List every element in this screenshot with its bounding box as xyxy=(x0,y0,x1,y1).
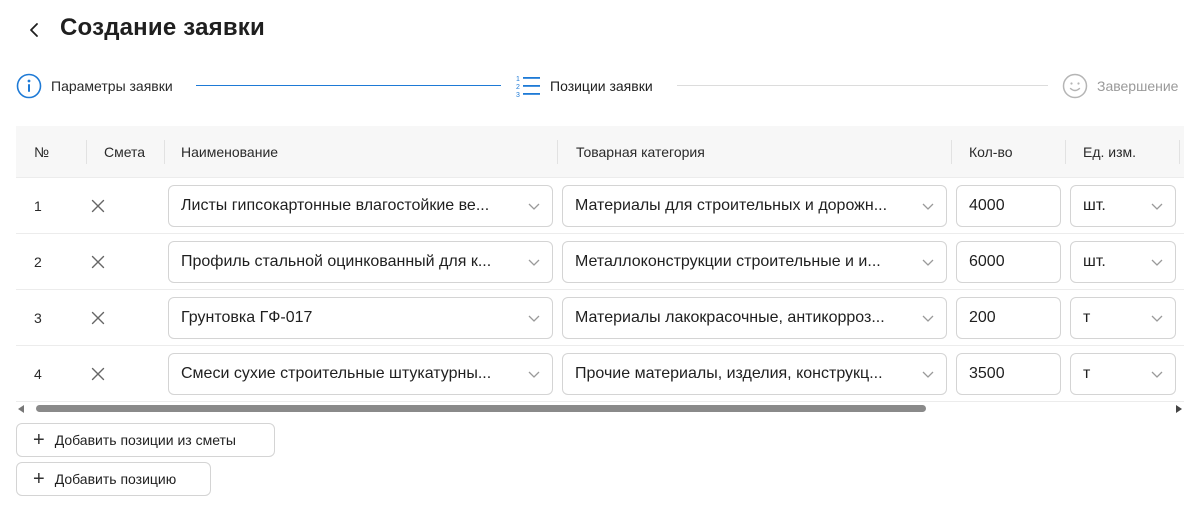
close-icon[interactable] xyxy=(90,310,106,326)
chevron-down-icon xyxy=(1151,203,1163,210)
unit-value: т xyxy=(1083,309,1091,326)
scrollbar-thumb[interactable] xyxy=(36,405,926,412)
table-header: № Смета Наименование Товарная категория … xyxy=(16,126,1184,178)
column-header-category: Товарная категория xyxy=(576,144,705,160)
column-divider xyxy=(164,140,165,164)
chevron-down-icon xyxy=(528,371,540,378)
table-row: 4 Смеси сухие строительные штукатурны...… xyxy=(16,346,1184,402)
table-row: 1 Листы гипсокартонные влагостойкие ве..… xyxy=(16,178,1184,234)
chevron-down-icon xyxy=(1151,371,1163,378)
category-value: Материалы для строительных и дорожн... xyxy=(575,197,888,214)
quantity-input[interactable]: 3500 xyxy=(956,353,1061,395)
scroll-left-arrow-icon[interactable] xyxy=(18,405,24,413)
name-select[interactable]: Смеси сухие строительные штукатурны... xyxy=(168,353,553,395)
name-value: Профиль стальной оцинкованный для к... xyxy=(181,253,492,270)
smile-icon xyxy=(1062,73,1088,99)
step-connector xyxy=(677,85,1048,86)
button-label: Добавить позицию xyxy=(54,471,177,487)
row-number: 3 xyxy=(34,310,42,326)
name-value: Смеси сухие строительные штукатурны... xyxy=(181,365,492,382)
stepper: Параметры заявки 1 2 3 Позиции заявки За… xyxy=(0,70,1190,102)
step-label: Параметры заявки xyxy=(51,78,173,94)
unit-value: шт. xyxy=(1083,253,1106,270)
unit-select[interactable]: т xyxy=(1070,297,1176,339)
svg-text:3: 3 xyxy=(516,92,520,99)
plus-icon: + xyxy=(33,429,45,451)
column-divider xyxy=(951,140,952,164)
category-value: Металлоконструкции строительные и и... xyxy=(575,253,881,270)
quantity-value: 6000 xyxy=(969,253,1005,270)
quantity-value: 4000 xyxy=(969,197,1005,214)
step-finish[interactable]: Завершение xyxy=(1062,70,1178,102)
page-header: Создание заявки xyxy=(0,0,1190,58)
category-value: Материалы лакокрасочные, антикорроз... xyxy=(575,309,885,326)
quantity-value: 200 xyxy=(969,309,996,326)
chevron-down-icon xyxy=(1151,259,1163,266)
name-value: Листы гипсокартонные влагостойкие ве... xyxy=(181,197,490,214)
chevron-down-icon xyxy=(528,203,540,210)
category-select[interactable]: Материалы для строительных и дорожн... xyxy=(562,185,947,227)
column-divider xyxy=(557,140,558,164)
plus-icon: + xyxy=(33,468,45,490)
name-select[interactable]: Грунтовка ГФ-017 xyxy=(168,297,553,339)
row-number: 4 xyxy=(34,366,42,382)
column-header-qty: Кол-во xyxy=(969,144,1013,160)
quantity-value: 3500 xyxy=(969,365,1005,382)
column-header-num: № xyxy=(34,144,50,160)
page-title: Создание заявки xyxy=(60,14,265,41)
row-number: 2 xyxy=(34,254,42,270)
column-divider xyxy=(86,140,87,164)
unit-value: т xyxy=(1083,365,1091,382)
category-value: Прочие материалы, изделия, конструкц... xyxy=(575,365,883,382)
column-header-name: Наименование xyxy=(181,144,279,160)
unit-select[interactable]: т xyxy=(1070,353,1176,395)
step-parameters[interactable]: Параметры заявки xyxy=(16,70,173,102)
category-select[interactable]: Материалы лакокрасочные, антикорроз... xyxy=(562,297,947,339)
chevron-down-icon xyxy=(922,259,934,266)
back-arrow-icon[interactable] xyxy=(24,18,44,42)
positions-table: № Смета Наименование Товарная категория … xyxy=(16,126,1184,406)
unit-select[interactable]: шт. xyxy=(1070,185,1176,227)
chevron-down-icon xyxy=(528,315,540,322)
close-icon[interactable] xyxy=(90,254,106,270)
chevron-down-icon xyxy=(1151,315,1163,322)
chevron-down-icon xyxy=(922,371,934,378)
close-icon[interactable] xyxy=(90,198,106,214)
chevron-down-icon xyxy=(922,315,934,322)
scroll-right-arrow-icon[interactable] xyxy=(1176,405,1182,413)
step-positions[interactable]: 1 2 3 Позиции заявки xyxy=(515,70,653,102)
category-select[interactable]: Прочие материалы, изделия, конструкц... xyxy=(562,353,947,395)
name-select[interactable]: Профиль стальной оцинкованный для к... xyxy=(168,241,553,283)
name-value: Грунтовка ГФ-017 xyxy=(181,309,313,326)
quantity-input[interactable]: 200 xyxy=(956,297,1061,339)
quantity-input[interactable]: 4000 xyxy=(956,185,1061,227)
column-divider xyxy=(1179,140,1180,164)
info-icon xyxy=(16,73,42,99)
column-divider xyxy=(1065,140,1066,164)
list-numbered-icon: 1 2 3 xyxy=(516,76,540,99)
chevron-down-icon xyxy=(528,259,540,266)
svg-text:2: 2 xyxy=(516,84,520,91)
unit-select[interactable]: шт. xyxy=(1070,241,1176,283)
table-row: 3 Грунтовка ГФ-017 Материалы лакокрасочн… xyxy=(16,290,1184,346)
quantity-input[interactable]: 6000 xyxy=(956,241,1061,283)
row-number: 1 xyxy=(34,198,42,214)
table-row: 2 Профиль стальной оцинкованный для к...… xyxy=(16,234,1184,290)
column-header-unit: Ед. изм. xyxy=(1083,144,1137,160)
chevron-down-icon xyxy=(922,203,934,210)
unit-value: шт. xyxy=(1083,197,1106,214)
horizontal-scrollbar[interactable] xyxy=(16,402,1184,416)
svg-text:1: 1 xyxy=(516,76,520,83)
add-from-estimate-button[interactable]: + Добавить позиции из сметы xyxy=(16,423,275,457)
step-label: Завершение xyxy=(1097,78,1179,94)
step-label: Позиции заявки xyxy=(550,78,653,94)
add-position-button[interactable]: + Добавить позицию xyxy=(16,462,211,496)
button-label: Добавить позиции из сметы xyxy=(54,432,236,448)
name-select[interactable]: Листы гипсокартонные влагостойкие ве... xyxy=(168,185,553,227)
close-icon[interactable] xyxy=(90,366,106,382)
column-header-estimate: Смета xyxy=(104,144,146,160)
category-select[interactable]: Металлоконструкции строительные и и... xyxy=(562,241,947,283)
step-connector xyxy=(196,85,501,86)
